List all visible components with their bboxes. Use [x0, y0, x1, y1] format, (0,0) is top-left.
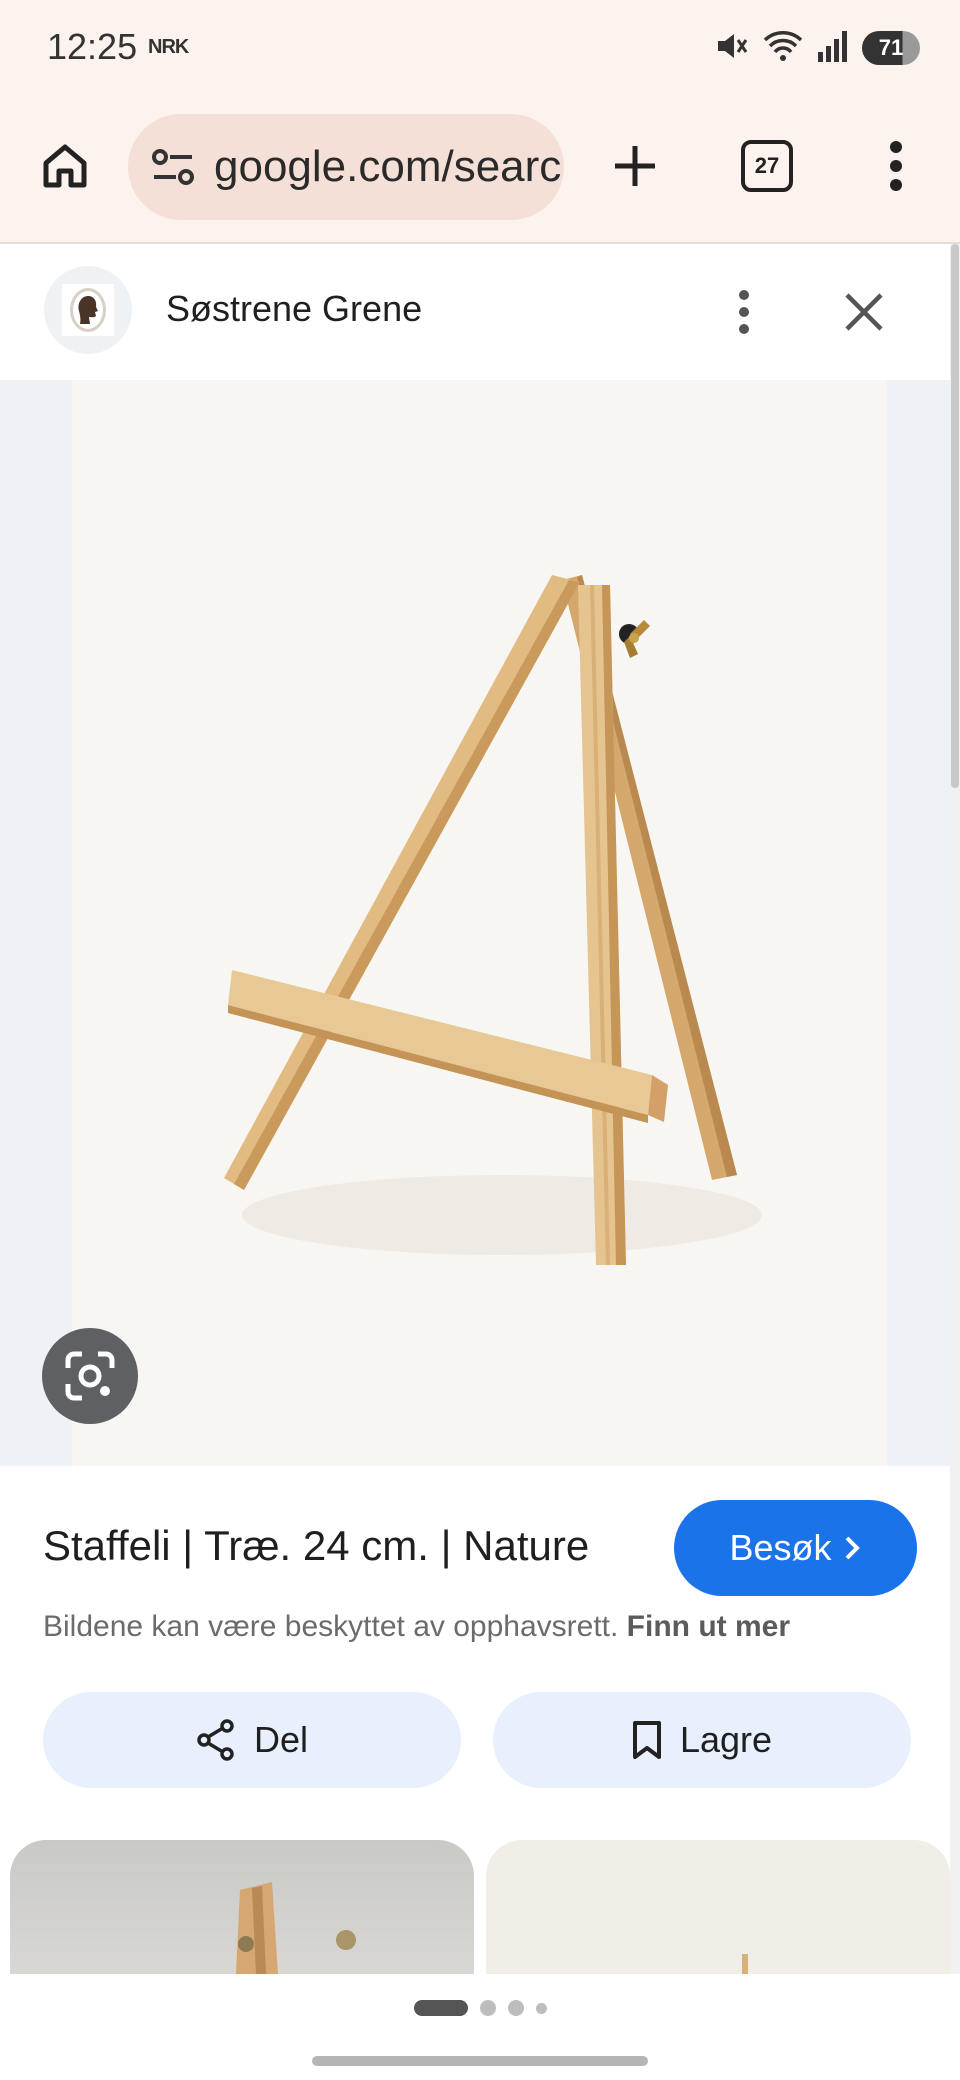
- more-vert-icon: [739, 290, 749, 334]
- pager-dot[interactable]: [508, 2000, 524, 2016]
- product-image[interactable]: [72, 380, 887, 1466]
- close-button[interactable]: [830, 278, 898, 346]
- google-lens-button[interactable]: [42, 1328, 138, 1424]
- learn-more-link[interactable]: Finn ut mer: [627, 1610, 790, 1643]
- gesture-home-indicator[interactable]: [312, 2056, 648, 2066]
- new-tab-button[interactable]: [598, 126, 672, 206]
- source-logo[interactable]: [44, 266, 132, 354]
- status-time: 12:25: [47, 26, 138, 67]
- chevron-right-icon: [845, 1536, 860, 1560]
- share-button[interactable]: Del: [43, 1692, 461, 1788]
- bottom-area: [0, 1974, 960, 2080]
- status-icons: 71: [714, 28, 920, 68]
- visit-label: Besøk: [729, 1527, 832, 1568]
- url-text: google.com/search: [214, 142, 564, 191]
- image-viewer[interactable]: [0, 380, 950, 1466]
- nrk-notification-icon: NRK: [148, 36, 189, 58]
- source-more-button[interactable]: [712, 278, 776, 346]
- easel-image: [224, 575, 762, 1265]
- menu-icon: [890, 141, 902, 191]
- close-icon: [845, 293, 883, 331]
- pager-dot[interactable]: [480, 2000, 496, 2016]
- battery-icon: 71: [862, 31, 920, 65]
- save-button[interactable]: Lagre: [493, 1692, 911, 1788]
- visit-button[interactable]: Besøk: [674, 1500, 917, 1596]
- scrollbar-thumb[interactable]: [951, 244, 959, 788]
- url-bar[interactable]: google.com/search: [128, 114, 564, 220]
- browser-menu-button[interactable]: [866, 126, 926, 206]
- share-icon: [197, 1719, 234, 1761]
- source-header: Søstrene Grene: [0, 244, 950, 380]
- related-image-thumbnail[interactable]: [486, 1840, 950, 1974]
- browser-toolbar: google.com/search 27: [0, 98, 960, 244]
- save-label: Lagre: [679, 1719, 773, 1760]
- share-label: Del: [253, 1719, 309, 1760]
- copyright-notice: Bildene kan være beskyttet av opphavsret…: [43, 1610, 790, 1644]
- copyright-text: Bildene kan være beskyttet av opphavsret…: [43, 1610, 619, 1643]
- wifi-icon: [762, 28, 804, 69]
- tab-switcher-icon: 27: [741, 140, 793, 192]
- source-name[interactable]: Søstrene Grene: [166, 288, 422, 330]
- product-title: Staffeli | Træ. 24 cm. | Nature: [43, 1522, 590, 1569]
- site-settings-icon[interactable]: [150, 145, 196, 194]
- pager-dot-active[interactable]: [414, 2000, 468, 2016]
- thumbnail-easel-image: [236, 1882, 356, 1974]
- thumbnail-easel-image: [742, 1954, 748, 1974]
- tab-switcher-button[interactable]: 27: [727, 126, 807, 206]
- pager-dot[interactable]: [536, 2002, 547, 2014]
- bookmark-icon: [632, 1721, 661, 1759]
- status-bar: 12:25 NRK 71: [0, 0, 960, 98]
- carousel-pager[interactable]: [414, 2000, 547, 2016]
- silhouette-logo-icon: [70, 288, 106, 332]
- related-image-thumbnail[interactable]: [10, 1840, 474, 1974]
- new-tab-icon: [615, 146, 655, 186]
- google-lens-icon: [65, 1351, 115, 1401]
- home-button[interactable]: [30, 126, 100, 206]
- mute-icon: [714, 28, 750, 69]
- home-icon: [43, 144, 87, 188]
- signal-icon: [816, 28, 850, 69]
